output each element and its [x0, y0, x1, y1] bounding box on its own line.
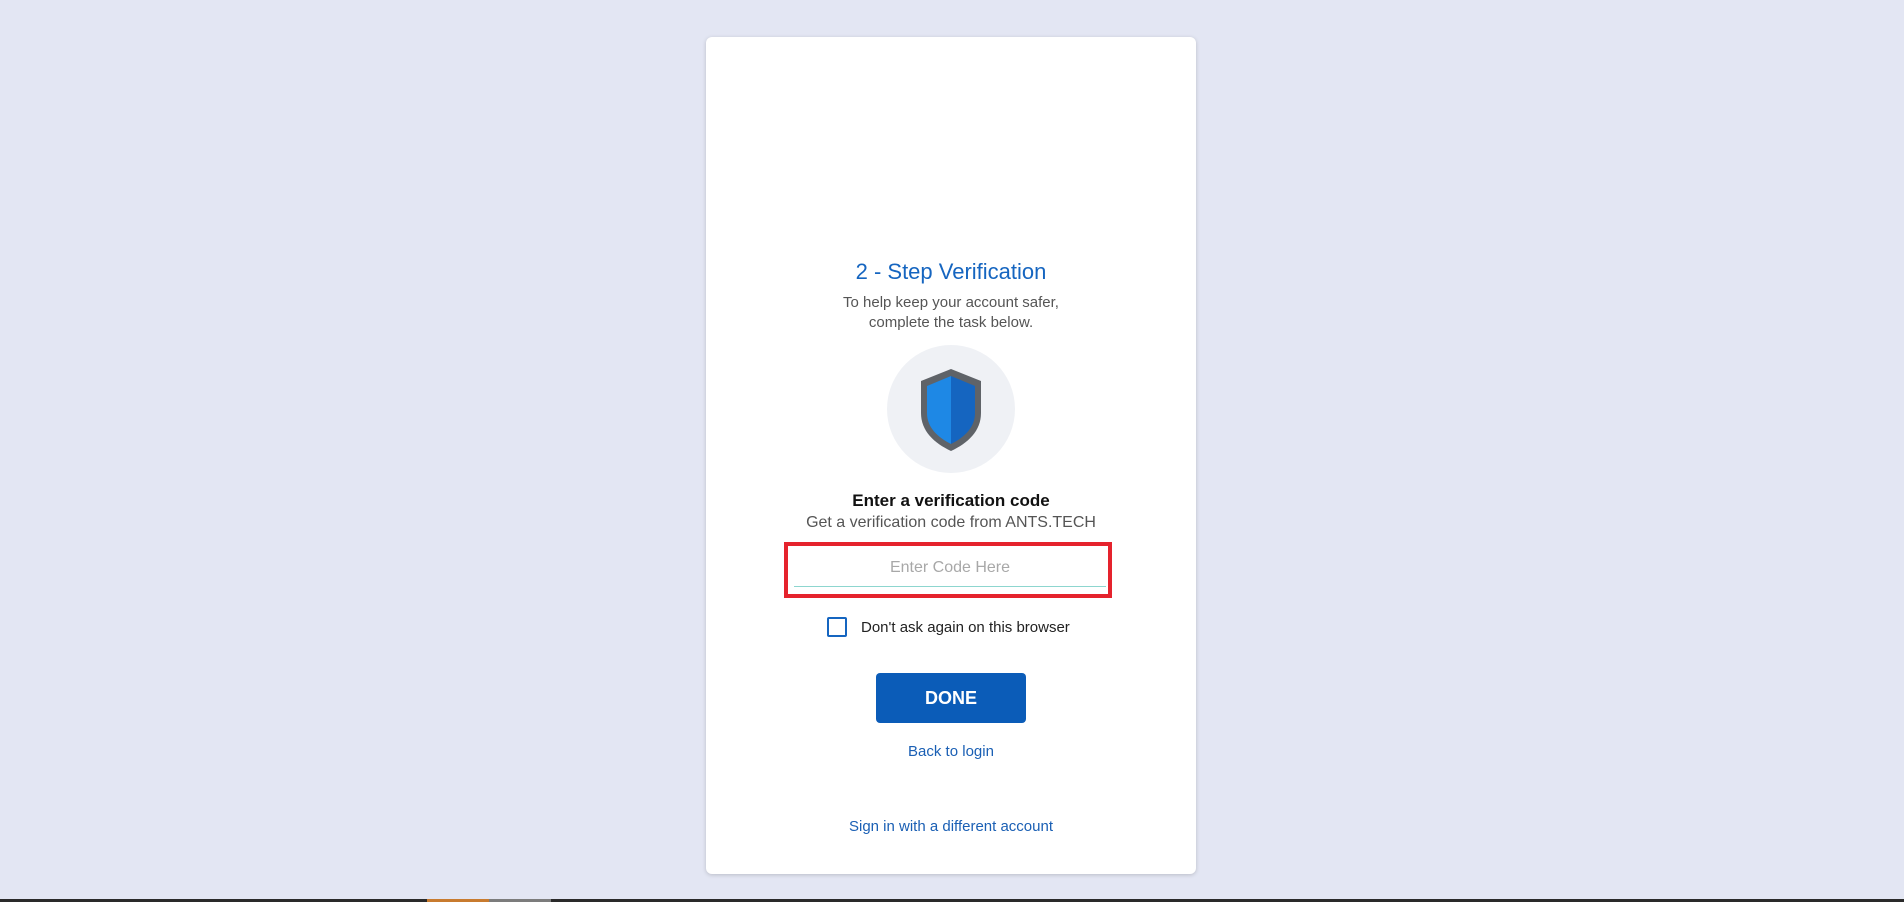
- shield-badge: [887, 345, 1015, 473]
- verification-code-input[interactable]: [794, 550, 1106, 587]
- remember-browser-row[interactable]: Don't ask again on this browser: [827, 615, 1070, 639]
- back-to-login-link[interactable]: Back to login: [706, 743, 1196, 760]
- subtitle-line-1: To help keep your account safer,: [843, 294, 1059, 311]
- page-title: 2 - Step Verification: [855, 259, 1047, 284]
- remember-browser-label[interactable]: Don't ask again on this browser: [861, 619, 1070, 636]
- page-subtitle: To help keep your account safer, complet…: [706, 293, 1196, 333]
- different-account-link[interactable]: Sign in with a different account: [706, 818, 1196, 835]
- remember-browser-checkbox[interactable]: [827, 617, 847, 637]
- code-description: Get a verification code from ANTS.TECH: [806, 514, 1096, 531]
- shield-icon: [921, 369, 981, 451]
- subtitle-line-2: complete the task below.: [868, 314, 1034, 331]
- done-button[interactable]: DONE: [876, 673, 1026, 723]
- code-input-highlight: [784, 542, 1112, 598]
- code-heading: Enter a verification code: [852, 491, 1050, 510]
- verification-card: 2 - Step Verification To help keep your …: [706, 37, 1196, 874]
